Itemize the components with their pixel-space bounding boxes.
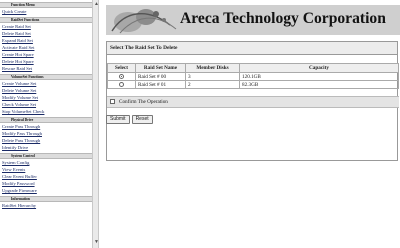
table-header-row: Select Raid Set Name Member Disks Capaci… bbox=[107, 63, 399, 73]
confirm-checkbox[interactable] bbox=[110, 99, 115, 105]
scroll-down-arrow-icon[interactable]: ▼ bbox=[94, 240, 99, 246]
raid-set-name: Raid Set # 00 bbox=[135, 72, 186, 81]
sidebar-scrollbar[interactable]: ▲ ▼ bbox=[92, 0, 99, 248]
capacity: 120.1GB bbox=[239, 72, 399, 81]
delete-raid-set-panel: Select The Raid Set To Delete Select Rai… bbox=[106, 41, 399, 161]
sidebar-item-check-volume-set[interactable]: Check Volume Set bbox=[0, 101, 92, 108]
raid-set-name: Raid Set # 01 bbox=[135, 80, 186, 89]
confirm-label: Confirm The Operation bbox=[119, 99, 168, 105]
sidebar-item-upgrade-firmware[interactable]: Upgrade Firmware bbox=[0, 187, 92, 194]
sidebar: Function Menu Quick Create RaidSet Functio… bbox=[0, 0, 92, 248]
raid-set-table: Select Raid Set Name Member Disks Capaci… bbox=[107, 63, 399, 89]
sidebar-item-activate-raid-set[interactable]: Activate Raid Set bbox=[0, 44, 92, 51]
sidebar-item-delete-hot-spare[interactable]: Delete Hot Spare bbox=[0, 58, 92, 65]
raid-set-radio-00[interactable] bbox=[119, 73, 124, 79]
sidebar-item-expand-raid-set[interactable]: Expand Raid Set bbox=[0, 37, 92, 44]
banner-decoration-icon bbox=[111, 9, 177, 34]
sidebar-item-create-volume-set[interactable]: Create Volume Set bbox=[0, 80, 92, 87]
sidebar-item-raidset-hierarchy[interactable]: RaidSet Hierarchy bbox=[0, 202, 92, 209]
sidebar-item-create-hot-spare[interactable]: Create Hot Spare bbox=[0, 51, 92, 58]
sidebar-item-delete-volume-set[interactable]: Delete Volume Set bbox=[0, 87, 92, 94]
raid-set-radio-01[interactable] bbox=[119, 81, 124, 87]
capacity: 82.3GB bbox=[239, 80, 399, 89]
select-cell bbox=[107, 72, 136, 81]
member-disks: 3 bbox=[185, 72, 240, 81]
column-header-name: Raid Set Name bbox=[135, 63, 186, 73]
member-disks: 2 bbox=[185, 80, 240, 89]
table-row: Raid Set # 01 2 82.3GB bbox=[107, 80, 399, 89]
brand-title: Areca Technology Corporation bbox=[180, 10, 386, 27]
sidebar-item-rescue-raid-set[interactable]: Rescue Raid Set bbox=[0, 65, 92, 72]
table-row: Raid Set # 00 3 120.1GB bbox=[107, 72, 399, 81]
sidebar-item-modify-pass-through[interactable]: Modify Pass Through bbox=[0, 130, 92, 137]
reset-button[interactable]: Reset bbox=[131, 115, 153, 124]
sidebar-item-system-config[interactable]: System Config bbox=[0, 159, 92, 166]
banner: Areca Technology Corporation bbox=[106, 5, 400, 35]
sidebar-item-delete-pass-through[interactable]: Delete Pass Through bbox=[0, 137, 92, 144]
main-content: Areca Technology Corporation Select The … bbox=[100, 0, 400, 248]
sidebar-item-quick-create[interactable]: Quick Create bbox=[0, 8, 92, 15]
sidebar-item-clear-event-buffer[interactable]: Clear Event Buffer bbox=[0, 173, 92, 180]
sidebar-item-identify-drive[interactable]: Identify Drive bbox=[0, 144, 92, 151]
sidebar-item-delete-raid-set[interactable]: Delete Raid Set bbox=[0, 30, 92, 37]
column-header-select: Select bbox=[107, 63, 136, 73]
column-header-capacity: Capacity bbox=[239, 63, 399, 73]
sidebar-item-create-pass-through[interactable]: Create Pass Through bbox=[0, 123, 92, 130]
submit-button[interactable]: Submit bbox=[106, 115, 130, 124]
sidebar-item-view-events[interactable]: View Events bbox=[0, 166, 92, 173]
sidebar-item-stop-volumeset-check[interactable]: Stop VolumeSet Check bbox=[0, 108, 92, 115]
form-buttons: Submit Reset bbox=[106, 107, 155, 125]
sidebar-item-modify-password[interactable]: Modify Password bbox=[0, 180, 92, 187]
sidebar-item-create-raid-set[interactable]: Create Raid Set bbox=[0, 23, 92, 30]
sidebar-item-modify-volume-set[interactable]: Modify Volume Set bbox=[0, 94, 92, 101]
scroll-up-arrow-icon[interactable]: ▲ bbox=[94, 2, 99, 8]
column-header-members: Member Disks bbox=[185, 63, 240, 73]
select-cell bbox=[107, 80, 136, 89]
panel-title: Select The Raid Set To Delete bbox=[107, 42, 397, 55]
